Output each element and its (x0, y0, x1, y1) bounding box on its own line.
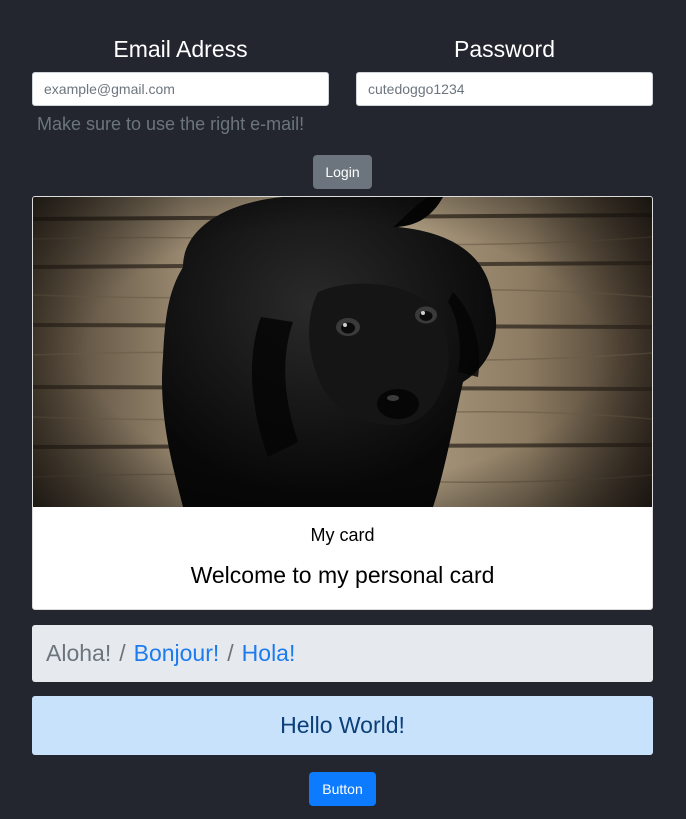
breadcrumb-current: Aloha! (46, 640, 112, 666)
breadcrumb-separator: / (119, 640, 126, 666)
primary-button[interactable]: Button (309, 772, 376, 806)
breadcrumb: Aloha! / Bonjour! / Hola! (32, 625, 653, 682)
card-text: Welcome to my personal card (190, 562, 495, 588)
card-title: My card (310, 525, 375, 545)
password-field[interactable] (356, 72, 653, 106)
breadcrumb-link-hola[interactable]: Hola! (242, 640, 296, 666)
breadcrumb-link-bonjour[interactable]: Bonjour! (134, 640, 220, 666)
email-group: Email Adress Make sure to use the right … (32, 32, 329, 135)
card-image (33, 197, 652, 507)
email-field[interactable] (32, 72, 329, 106)
login-form-row: Email Adress Make sure to use the right … (32, 32, 653, 142)
breadcrumb-separator: / (227, 640, 234, 666)
profile-card: My card Welcome to my personal card (32, 196, 653, 610)
email-label: Email Adress (113, 36, 248, 62)
password-label: Password (454, 36, 555, 62)
password-group: Password (356, 32, 653, 106)
email-help-text: Make sure to use the right e-mail! (37, 114, 305, 134)
login-button[interactable]: Login (313, 155, 372, 189)
alert-banner: Hello World! (32, 696, 653, 755)
